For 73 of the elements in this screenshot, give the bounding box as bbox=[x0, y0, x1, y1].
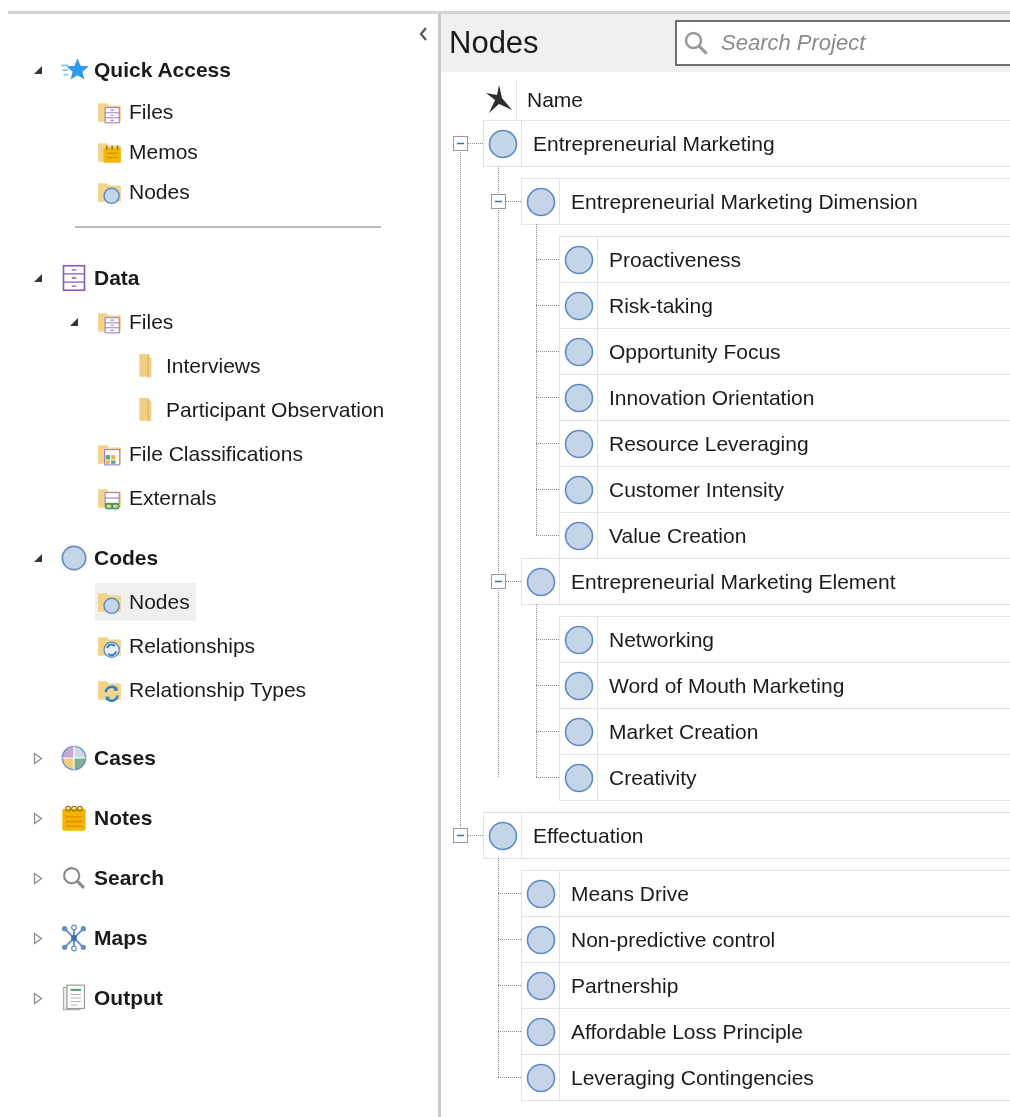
node-icon bbox=[563, 670, 594, 701]
search-icon bbox=[60, 864, 88, 892]
node-row[interactable]: Means Drive bbox=[521, 870, 1010, 917]
node-icon bbox=[563, 336, 594, 367]
section-header[interactable]: Maps bbox=[60, 920, 154, 956]
node-icon bbox=[563, 474, 594, 505]
node-row[interactable]: Creativity bbox=[559, 754, 1010, 801]
node-row[interactable]: Entrepreneurial Marketing Dimension bbox=[521, 178, 1010, 225]
node-row[interactable]: Proactiveness bbox=[559, 236, 1010, 283]
collapse-icon[interactable] bbox=[453, 136, 468, 151]
expanded-arrow-icon[interactable] bbox=[69, 317, 79, 327]
node-icon bbox=[487, 820, 518, 851]
collapsed-arrow-icon[interactable] bbox=[33, 871, 43, 885]
cabinet-icon bbox=[60, 264, 88, 292]
expanded-arrow-icon[interactable] bbox=[33, 273, 43, 283]
notepad-icon bbox=[60, 804, 88, 832]
sidebar-item[interactable]: Relationship Types bbox=[95, 671, 313, 709]
node-icon bbox=[563, 716, 594, 747]
node-icon bbox=[525, 1062, 556, 1093]
section-header[interactable]: Search bbox=[60, 860, 171, 896]
expanded-arrow-icon[interactable] bbox=[33, 553, 43, 563]
document-icon bbox=[60, 984, 88, 1012]
sidebar-item[interactable]: File Classifications bbox=[95, 435, 309, 473]
node-icon bbox=[525, 970, 556, 1001]
column-header[interactable]: Name bbox=[527, 84, 584, 116]
node-icon bbox=[563, 624, 594, 655]
node-row[interactable]: Networking bbox=[559, 616, 1010, 663]
collapsed-arrow-icon[interactable] bbox=[33, 931, 43, 945]
node-icon bbox=[525, 566, 556, 597]
node-icon bbox=[525, 878, 556, 909]
node-icon bbox=[525, 186, 556, 217]
node-icon bbox=[487, 128, 518, 159]
sidebar-item[interactable]: Interviews bbox=[132, 347, 267, 385]
section-header[interactable]: Quick Access bbox=[60, 52, 237, 88]
search-field[interactable]: Search Project bbox=[675, 20, 1010, 66]
node-icon bbox=[563, 762, 594, 793]
section-header[interactable]: Notes bbox=[60, 800, 159, 836]
node-icon bbox=[525, 1016, 556, 1047]
expanded-arrow-icon[interactable] bbox=[33, 65, 43, 75]
collapsed-arrow-icon[interactable] bbox=[33, 811, 43, 825]
section-header[interactable]: Cases bbox=[60, 740, 162, 776]
sidebar-item[interactable]: Nodes bbox=[95, 583, 196, 621]
node-icon bbox=[563, 290, 594, 321]
pane-title: Nodes bbox=[449, 23, 540, 62]
network-icon bbox=[60, 924, 88, 952]
node-icon bbox=[563, 244, 594, 275]
pie-icon bbox=[60, 744, 88, 772]
node-icon bbox=[563, 428, 594, 459]
section-header[interactable]: Data bbox=[60, 260, 146, 296]
sidebar-item[interactable]: Files bbox=[95, 93, 180, 131]
node-row[interactable]: Entrepreneurial Marketing Element bbox=[521, 558, 1010, 605]
node-icon bbox=[563, 520, 594, 551]
sidebar-item[interactable]: Relationships bbox=[95, 627, 262, 665]
collapse-icon[interactable] bbox=[418, 26, 428, 42]
node-row[interactable]: Entrepreneurial Marketing bbox=[483, 120, 1010, 167]
sidebar-item[interactable]: Nodes bbox=[95, 173, 196, 211]
node-row[interactable]: Effectuation bbox=[483, 812, 1010, 859]
collapse-icon[interactable] bbox=[491, 574, 506, 589]
collapse-icon[interactable] bbox=[491, 194, 506, 209]
circle-icon bbox=[60, 544, 88, 572]
section-header[interactable]: Codes bbox=[60, 540, 165, 576]
collapsed-arrow-icon[interactable] bbox=[33, 751, 43, 765]
star-icon bbox=[484, 84, 514, 116]
node-icon bbox=[525, 924, 556, 955]
collapse-icon[interactable] bbox=[453, 828, 468, 843]
section-header[interactable]: Output bbox=[60, 980, 169, 1016]
node-icon bbox=[563, 382, 594, 413]
node-row[interactable]: Leveraging Contingencies bbox=[521, 1054, 1010, 1101]
sidebar-item[interactable]: Participant Observation bbox=[132, 391, 391, 429]
sidebar-item[interactable]: Memos bbox=[95, 133, 204, 171]
sidebar-item[interactable]: Files bbox=[95, 303, 180, 341]
collapsed-arrow-icon[interactable] bbox=[33, 991, 43, 1005]
sidebar-item[interactable]: Externals bbox=[95, 479, 223, 517]
